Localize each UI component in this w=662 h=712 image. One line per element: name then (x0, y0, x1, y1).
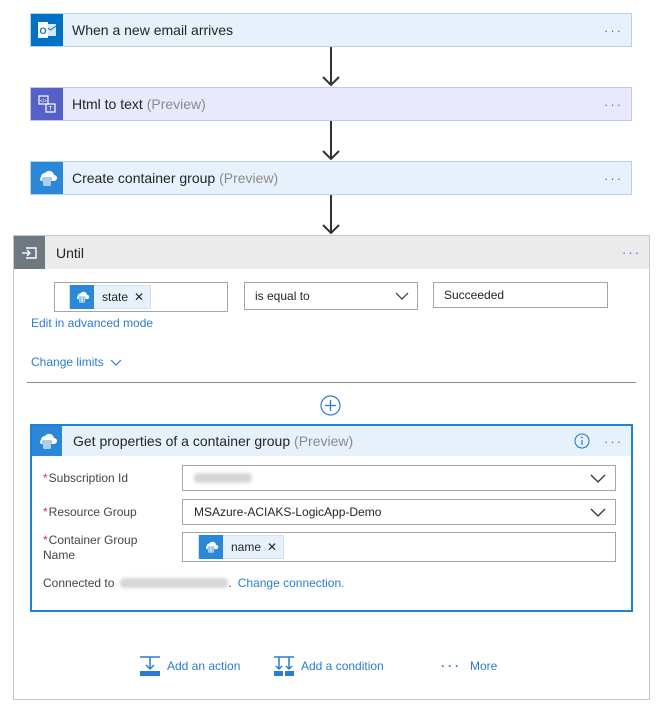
svg-text:T: T (49, 107, 53, 113)
create-container-card[interactable]: Create container group (Preview) ··· (30, 161, 632, 195)
condition-right-operand[interactable]: Succeeded (433, 282, 608, 308)
subscription-id-dropdown[interactable] (182, 465, 616, 491)
add-action-icon (140, 656, 160, 676)
add-step-icon[interactable] (320, 395, 341, 416)
outlook-icon: O (31, 14, 63, 46)
dynamic-content-token[interactable]: state ✕ (69, 285, 152, 309)
change-connection-link[interactable]: Change connection. (238, 576, 345, 590)
html-to-text-title: Html to text (Preview) (72, 96, 206, 112)
until-divider (27, 382, 636, 383)
info-icon[interactable] (574, 433, 590, 449)
chevron-down-icon (590, 474, 606, 483)
redacted-value (194, 473, 252, 483)
container-instance-icon (199, 535, 223, 559)
chevron-down-icon (590, 508, 606, 517)
html-to-text-card[interactable]: </> T Html to text (Preview) ··· (30, 87, 632, 121)
resource-group-value: MSAzure-ACIAKS-LogicApp-Demo (194, 505, 382, 519)
condition-left-operand[interactable]: state ✕ (54, 282, 228, 312)
trigger-more-button[interactable]: ··· (604, 24, 631, 37)
chevron-down-icon (395, 292, 409, 300)
until-header[interactable]: Until ··· (14, 236, 649, 269)
dynamic-content-token[interactable]: name ✕ (198, 535, 285, 559)
token-label: name (231, 540, 262, 554)
preview-tag: (Preview) (146, 96, 206, 112)
subscription-id-label: *Subscription Id (43, 471, 129, 485)
container-instance-icon (32, 426, 62, 456)
change-limits-link[interactable]: Change limits (31, 355, 122, 369)
add-action-button[interactable]: Add an action (139, 655, 240, 677)
arrow-down-icon (322, 47, 340, 87)
chevron-down-icon (110, 359, 122, 366)
trigger-title: When a new email arrives (72, 22, 234, 38)
operator-value: is equal to (255, 289, 310, 303)
more-button[interactable]: ··· More (441, 659, 497, 673)
preview-tag: (Preview) (219, 170, 279, 186)
html-to-text-more-button[interactable]: ··· (604, 98, 631, 111)
get-properties-title: Get properties of a container group (Pre… (73, 433, 354, 449)
more-dots-icon: ··· (441, 659, 462, 673)
arrow-down-icon (322, 195, 340, 235)
html-convert-icon: </> T (31, 88, 63, 120)
create-container-more-button[interactable]: ··· (604, 172, 631, 185)
container-group-name-input[interactable]: name ✕ (182, 532, 616, 562)
resource-group-label: *Resource Group (43, 505, 137, 519)
redacted-account (120, 578, 229, 588)
add-condition-icon (274, 656, 294, 676)
svg-text:O: O (39, 26, 46, 36)
get-properties-more-button[interactable]: ··· (604, 435, 631, 448)
create-container-title: Create container group (Preview) (72, 170, 279, 186)
token-label: state (102, 290, 129, 304)
connection-info: Connected to . Change connection. (43, 576, 345, 590)
trigger-card[interactable]: O When a new email arrives ··· (30, 13, 632, 47)
container-group-name-label: *Container Group Name (43, 533, 138, 562)
remove-token-icon[interactable]: ✕ (267, 540, 283, 554)
preview-tag: (Preview) (294, 433, 354, 449)
until-title: Until (56, 244, 85, 261)
edit-advanced-mode-link[interactable]: Edit in advanced mode (31, 316, 153, 330)
get-properties-header[interactable]: Get properties of a container group (Pre… (32, 426, 631, 456)
resource-group-dropdown[interactable]: MSAzure-ACIAKS-LogicApp-Demo (182, 499, 616, 525)
operator-dropdown[interactable]: is equal to (244, 282, 418, 310)
condition-value: Succeeded (444, 288, 505, 302)
remove-token-icon[interactable]: ✕ (134, 290, 150, 304)
arrow-down-icon (322, 121, 340, 161)
loop-icon (14, 236, 45, 269)
container-instance-icon (70, 285, 94, 309)
add-condition-button[interactable]: Add a condition (273, 655, 384, 677)
until-more-button[interactable]: ··· (622, 246, 649, 259)
container-instance-icon (31, 162, 63, 194)
